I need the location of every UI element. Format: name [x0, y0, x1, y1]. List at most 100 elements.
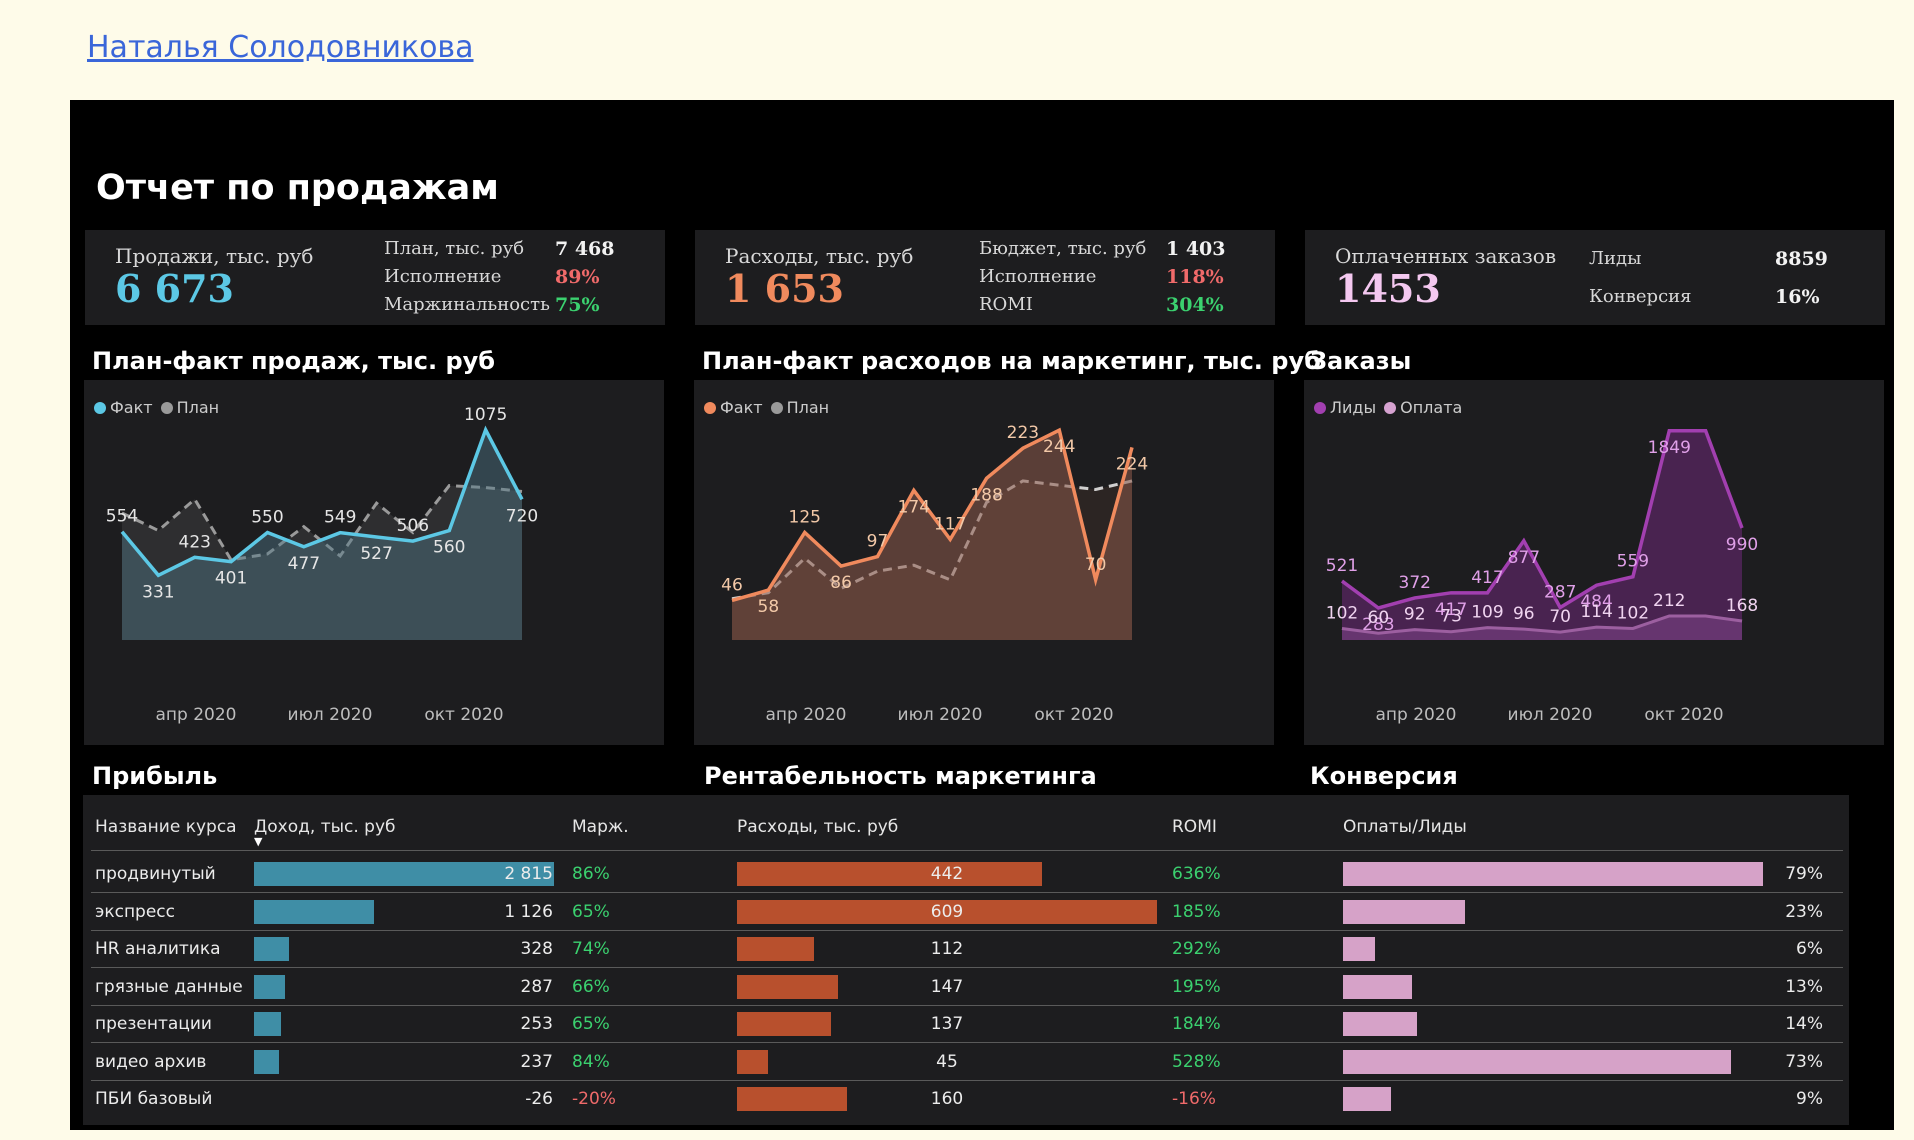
kpi-orders-row-label: Конверсия: [1589, 286, 1692, 307]
kpi-costs-card: Расходы, тыс. руб 1 653 Бюджет, тыс. руб…: [695, 230, 1275, 325]
cell-course: презентации: [95, 1014, 212, 1034]
cell-course: HR аналитика: [95, 939, 221, 959]
data-label: 97: [867, 532, 889, 552]
data-label: 174: [898, 497, 930, 517]
cell-income: 328: [520, 939, 553, 959]
cell-romi: 528%: [1172, 1051, 1221, 1072]
kpi-costs-row-label: Бюджет, тыс. руб: [979, 238, 1147, 259]
x-tick-label: апр 2020: [1376, 705, 1457, 725]
data-label: 46: [721, 575, 743, 595]
income-bar: [254, 899, 374, 924]
data-label: 86: [830, 573, 852, 593]
data-label: 114: [1580, 602, 1612, 622]
data-label: 423: [179, 532, 211, 552]
kpi-costs-value: 1 653: [725, 266, 844, 311]
data-label: 102: [1326, 603, 1358, 623]
kpi-sales-row-label: План, тыс. руб: [384, 238, 525, 259]
costs-chart-svg: 46 58 125 86 97 174117188 223244 70 224 апр 2020 и…: [721, 423, 1148, 725]
section-title-romi: Рентабельность маркетинга: [704, 762, 1097, 790]
kpi-orders-value: 1453: [1335, 266, 1441, 311]
data-label: 287: [1544, 583, 1576, 603]
header-course[interactable]: Название курса: [95, 817, 237, 837]
cell-income: 253: [520, 1014, 553, 1034]
kpi-costs-romi-value: 304%: [1166, 294, 1224, 316]
conversion-bar: [1343, 1012, 1418, 1036]
conversion-bar: [1343, 974, 1413, 999]
sort-desc-icon[interactable]: ▼: [254, 835, 262, 848]
kpi-orders-label: Оплаченных заказов: [1335, 244, 1557, 268]
x-tick-label: июл 2020: [898, 705, 983, 725]
cell-margin: 86%: [572, 864, 610, 884]
cell-romi: 195%: [1172, 976, 1221, 997]
x-tick-label: окт 2020: [424, 705, 503, 725]
data-label: 720: [506, 506, 538, 526]
section-title-profit: Прибыль: [92, 762, 218, 790]
header-margin[interactable]: Марж.: [572, 817, 629, 837]
cell-costs: 147: [930, 976, 964, 997]
data-label: 527: [360, 544, 392, 564]
header-romi[interactable]: ROMI: [1172, 817, 1217, 837]
cell-conversion: 13%: [1785, 976, 1823, 997]
cell-romi: 184%: [1172, 1014, 1221, 1034]
data-label: 125: [789, 508, 821, 528]
kpi-costs-row-label: ROMI: [979, 294, 1033, 315]
data-label: 1849: [1648, 438, 1691, 458]
table-row[interactable]: презентации 253 65% 137 184% 14%: [83, 1005, 1849, 1042]
conversion-bar: [1343, 1087, 1391, 1111]
sales-chart: Факт План 554 331 423 401 550 477 549 527 506 560…: [84, 380, 664, 745]
cell-conversion: 73%: [1785, 1051, 1823, 1072]
data-label: 244: [1043, 437, 1075, 457]
kpi-sales-value: 6 673: [115, 266, 234, 311]
data-label: 521: [1326, 556, 1358, 576]
data-label: 417: [1471, 568, 1503, 588]
kpi-sales-row-label: Исполнение: [384, 266, 502, 287]
conversion-bar: [1343, 937, 1375, 961]
author-link[interactable]: Наталья Солодовникова: [87, 30, 474, 65]
kpi-sales-execution-value: 89%: [555, 266, 600, 288]
table-row[interactable]: экспресс 1 126 65% 609 185% 23%: [83, 893, 1849, 930]
table-row[interactable]: видео архив 237 84% 45 528% 73%: [83, 1043, 1849, 1080]
income-bar: [254, 974, 285, 999]
data-label: 560: [433, 538, 465, 558]
x-tick-label: апр 2020: [766, 705, 847, 725]
conversion-bar: [1343, 899, 1466, 924]
data-label: 109: [1471, 603, 1503, 623]
kpi-orders-conversion-value: 16%: [1775, 286, 1820, 308]
data-label: 117: [934, 514, 966, 534]
kpi-sales-label: Продажи, тыс. руб: [115, 244, 314, 268]
table-row[interactable]: ПБИ базовый -26 -20% 160 -16% 9%: [83, 1080, 1849, 1117]
kpi-sales-card: Продажи, тыс. руб 6 673 План, тыс. руб И…: [85, 230, 665, 325]
header-conversion[interactable]: Оплаты/Лиды: [1343, 817, 1467, 837]
cell-course: грязные данные: [95, 976, 243, 997]
table-row[interactable]: продвинутый 2 815 86% 442 636% 79%: [83, 855, 1849, 892]
x-tick-label: окт 2020: [1644, 705, 1723, 725]
cell-conversion: 6%: [1796, 939, 1823, 959]
cell-course: экспресс: [95, 901, 176, 922]
data-label: 188: [970, 485, 1002, 505]
data-label: 92: [1404, 605, 1426, 625]
section-title-sales-chart: План-факт продаж, тыс. руб: [92, 347, 496, 375]
cell-costs: 45: [936, 1051, 958, 1072]
cell-romi: -16%: [1172, 1089, 1216, 1109]
table-row[interactable]: грязные данные 287 66% 147 195% 13%: [83, 968, 1849, 1005]
cell-income: 2 815: [504, 864, 553, 884]
kpi-costs-budget-value: 1 403: [1166, 238, 1226, 260]
costs-chart: Факт План 46 58 125 86 97 174 117 188 223 244 70 22…: [694, 380, 1274, 745]
dashboard: Отчет по продажам Продажи, тыс. руб 6 67…: [70, 100, 1894, 1130]
header-costs[interactable]: Расходы, тыс. руб: [737, 817, 898, 837]
cell-income: 237: [520, 1051, 553, 1072]
x-tick-label: июл 2020: [1508, 705, 1593, 725]
table-row[interactable]: HR аналитика 328 74% 112 292% 6%: [83, 930, 1849, 967]
income-bar: [254, 1049, 280, 1074]
sales-chart-svg: 554 331 423401 550 477 549527506560 1075 720 апр…: [106, 405, 538, 725]
data-label: 168: [1726, 596, 1758, 616]
x-tick-label: окт 2020: [1034, 705, 1113, 725]
kpi-costs-execution-value: 118%: [1166, 266, 1224, 288]
data-label: 477: [288, 554, 320, 574]
cell-costs: 137: [930, 1014, 964, 1034]
data-label: 549: [324, 508, 356, 528]
cell-costs: 609: [930, 901, 964, 922]
cell-income: 1 126: [504, 901, 553, 922]
header-income[interactable]: Доход, тыс. руб: [254, 817, 396, 837]
series-area-0: [732, 430, 1132, 640]
